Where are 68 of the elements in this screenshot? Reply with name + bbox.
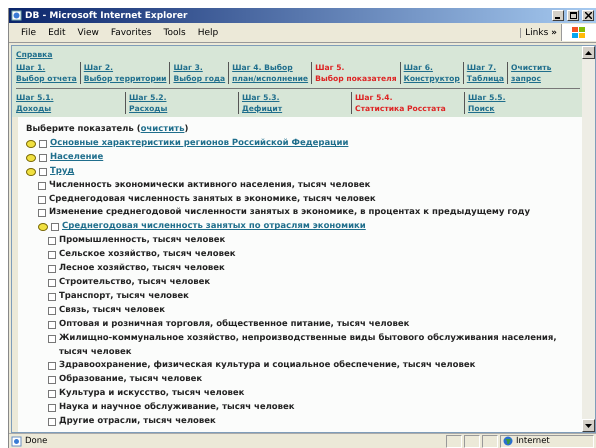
checkbox[interactable]: [48, 334, 56, 343]
category-link[interactable]: Основные характеристики регионов Российской Федерации: [50, 136, 348, 151]
menu-item[interactable]: File: [15, 28, 42, 38]
checkbox[interactable]: [48, 404, 56, 412]
indicator-label: Жилищно-коммунальное хозяйство, непроизводственные виды бытового обслуживания населения, тысяч человек: [59, 332, 558, 358]
indicator-label: Изменение среднегодовой численности занятых в экономике, в процентах к предыдущему году: [49, 206, 530, 220]
category-link[interactable]: Труд: [50, 164, 74, 179]
status-pane: [446, 434, 462, 448]
browser-icon: [11, 10, 22, 21]
scroll-down-button[interactable]: [582, 419, 595, 432]
scroll-up-button[interactable]: [582, 46, 595, 59]
zone-text: Internet: [516, 436, 550, 446]
checkbox[interactable]: [51, 223, 59, 232]
menu-item[interactable]: Tools: [158, 28, 192, 38]
maximize-button[interactable]: [567, 10, 579, 21]
indicator-label: Транспорт, тысяч человек: [59, 290, 189, 303]
checkbox[interactable]: [48, 306, 56, 315]
checkbox[interactable]: [48, 251, 56, 260]
indicator-label: Промышленность, тысяч человек: [59, 234, 226, 248]
checkbox[interactable]: [48, 376, 56, 384]
menu-item[interactable]: View: [72, 28, 105, 38]
indicator-label: Сельское хозяйство, тысяч человек: [59, 248, 236, 262]
close-icon: [584, 12, 592, 19]
clear-link[interactable]: очистить: [140, 124, 184, 134]
indicator-label: Строительство, тысяч человек: [59, 276, 210, 289]
minimize-button[interactable]: [552, 10, 564, 21]
indicator-label: Здравоохранение, физическая культура и социальное обеспечение, тысяч человек: [59, 359, 476, 372]
checkbox[interactable]: [48, 320, 56, 329]
status-text: Done: [25, 436, 48, 446]
menu-item[interactable]: Favorites: [104, 28, 158, 38]
checkbox[interactable]: [39, 140, 47, 148]
indicator-label: Наука и научное обслуживание, тысяч человек: [59, 401, 295, 414]
checkbox[interactable]: [48, 237, 56, 246]
menu-item[interactable]: Help: [192, 28, 224, 38]
page-icon: [11, 436, 22, 446]
indicator-label: Численность экономически активного населения, тысяч человек: [49, 178, 370, 192]
checkbox[interactable]: [39, 154, 47, 162]
indicator-label: Культура и искусство, тысяч человек: [59, 387, 244, 400]
indicator-label: Лесное хозяйство, тысяч человек: [59, 262, 225, 276]
status-pane: [464, 434, 480, 448]
checkbox[interactable]: [48, 390, 56, 398]
checkbox[interactable]: [48, 265, 56, 274]
menu-item[interactable]: Edit: [42, 28, 72, 38]
windows-logo-icon: [571, 26, 587, 40]
globe-icon: [503, 436, 513, 446]
indicator-label: Образование, тысяч человек: [59, 373, 202, 386]
indicator-label: Среднегодовая численность занятых в экономике, тысяч человек: [49, 192, 376, 206]
status-pane: [482, 434, 498, 448]
category-link[interactable]: Население: [50, 150, 104, 165]
folder-icon[interactable]: [38, 223, 48, 232]
indicator-label: Связь, тысяч человек: [59, 304, 166, 317]
prompt-text: Выберите показатель (очистить): [26, 123, 188, 136]
checkbox[interactable]: [38, 182, 46, 190]
up-arrow-icon: [585, 50, 592, 54]
checkbox[interactable]: [39, 168, 47, 176]
checkbox[interactable]: [48, 292, 56, 301]
down-arrow-icon: [585, 424, 592, 428]
close-button[interactable]: [582, 10, 594, 21]
indicator-label: Другие отрасли, тысяч человек: [59, 415, 216, 428]
maximize-icon: [570, 12, 576, 19]
indicator-label: Оптовая и розничная торговля, общественное питание, тысяч человек: [59, 318, 410, 331]
category-link[interactable]: Среднегодовая численность занятых по отраслям экономики: [62, 220, 366, 234]
checkbox[interactable]: [48, 362, 56, 370]
checkbox[interactable]: [38, 209, 46, 218]
checkbox[interactable]: [48, 418, 56, 426]
window-title: DB - Microsoft Internet Explorer: [25, 10, 188, 20]
checkbox[interactable]: [38, 196, 46, 204]
checkbox[interactable]: [48, 278, 56, 287]
